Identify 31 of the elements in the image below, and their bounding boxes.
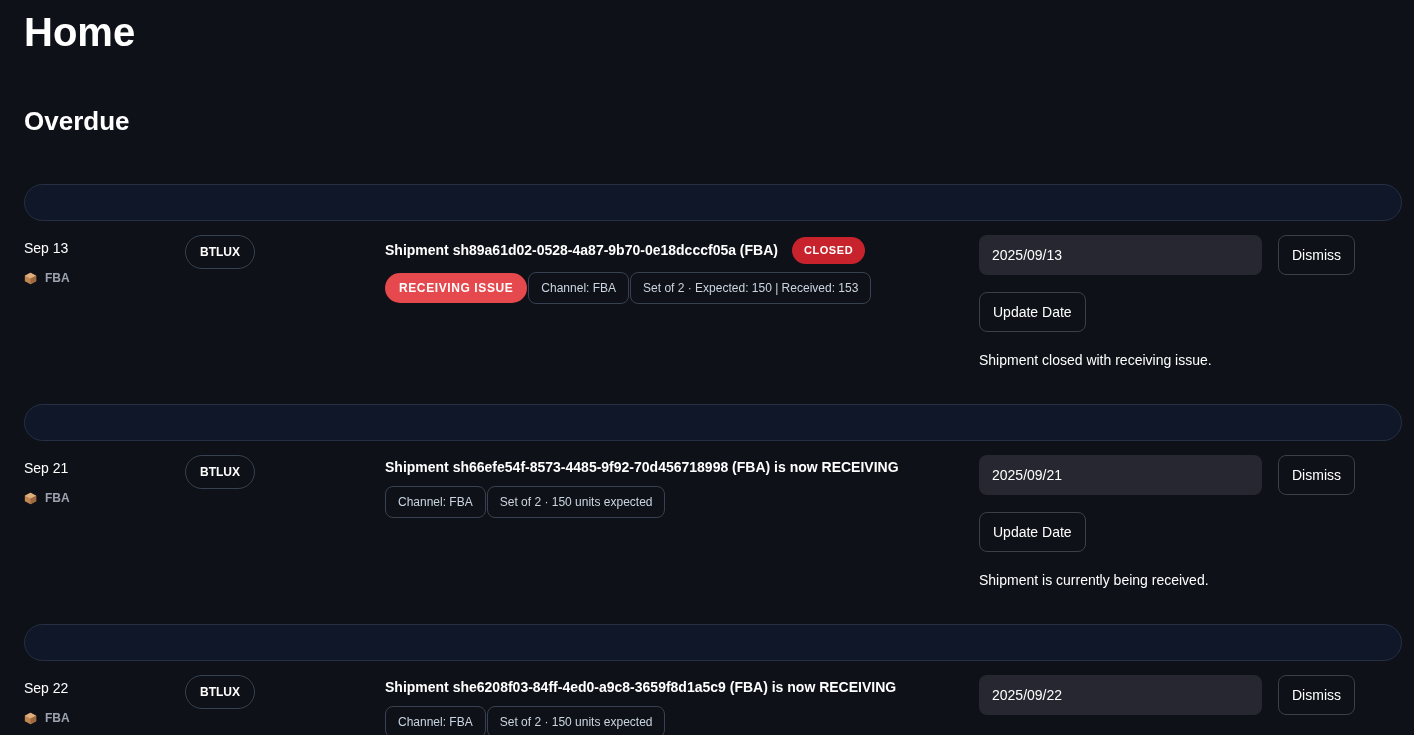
status-note: Shipment closed with receiving issue. [979,351,1212,370]
shipment-title: Shipment sh66efe54f-8573-4485-9f92-70d456718998 (FBA) is now RECEIVING [385,458,899,477]
store-tag: BTLUX [185,675,255,709]
due-date: Sep 13 [24,239,70,258]
channel-label: FBA [45,710,70,727]
dismiss-button[interactable]: Dismiss [1278,455,1355,495]
status-badge: RECEIVING ISSUE [385,272,528,303]
info-chip: Set of 2 · Expected: 150 | Received: 153 [630,271,872,304]
channel-label: FBA [45,270,70,287]
info-chip: Set of 2 · 150 units expected [486,486,666,518]
info-chip: Channel: FBA [385,486,486,518]
date-field[interactable]: 2025/09/22 [979,675,1262,715]
channel-label: FBA [45,490,70,507]
date-field[interactable]: 2025/09/21 [979,455,1262,495]
due-date: Sep 21 [24,459,70,478]
update-date-button[interactable]: Update Date [979,512,1086,552]
section-heading: Overdue [24,105,131,138]
dismiss-button[interactable]: Dismiss [1278,235,1355,275]
date-field[interactable]: 2025/09/13 [979,235,1262,275]
status-note: Shipment is currently being received. [979,571,1209,590]
update-date-button[interactable]: Update Date [979,292,1086,332]
shipment-title: Shipment sh89a61d02-0528-4a87-9b70-0e18dcccf05a (FBA) [385,240,778,260]
dismiss-button[interactable]: Dismiss [1278,675,1355,715]
due-date: Sep 22 [24,679,70,698]
package-icon [24,271,37,285]
page-title: Home [24,9,137,56]
package-icon [24,491,37,505]
shipment-title: Shipment she6208f03-84ff-4ed0-a9c8-3659f8d1a5c9 (FBA) is now RECEIVING [385,678,897,697]
closed-badge: CLOSED [792,237,866,264]
package-icon [24,711,37,725]
info-chip: Channel: FBA [528,271,630,304]
